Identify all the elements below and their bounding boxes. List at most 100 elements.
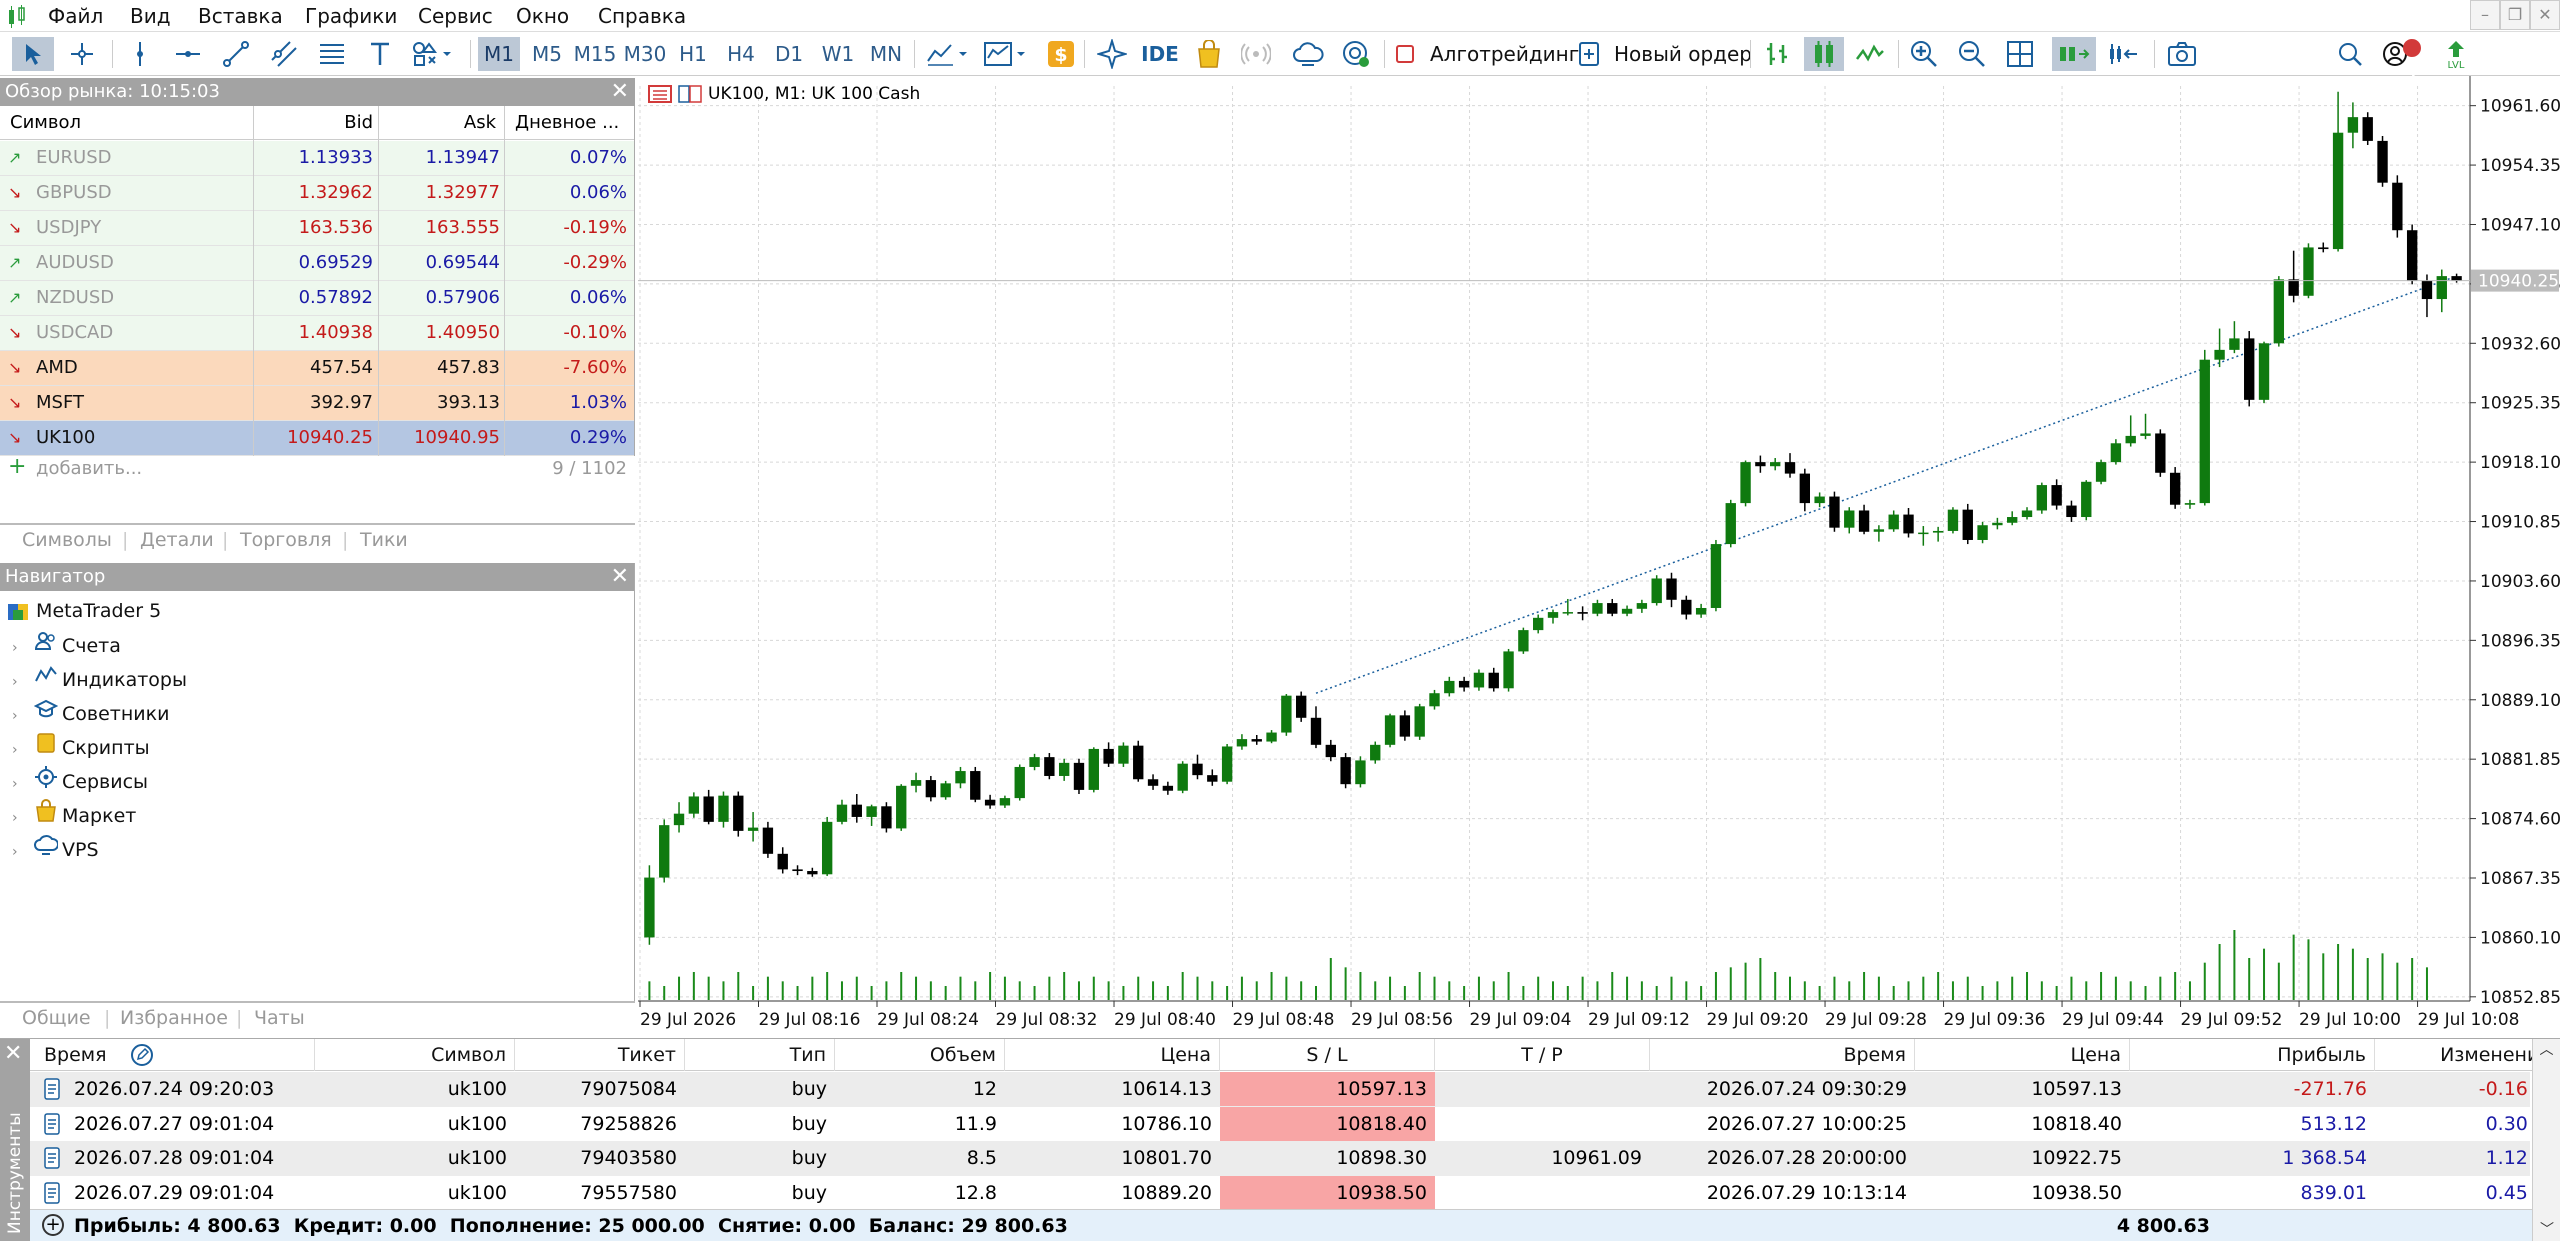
history-column-0[interactable]: Время [30, 1039, 315, 1071]
history-column-5[interactable]: Цена [1005, 1039, 1220, 1071]
market-watch-row[interactable]: ↘ USDCAD 1.40938 1.40950 -0.10% [0, 316, 635, 351]
tile-windows-icon[interactable] [2002, 37, 2038, 71]
timeframe-h4-button[interactable]: H4 [722, 37, 760, 71]
navigator-root[interactable]: MetaTrader 5 [6, 594, 161, 628]
shapes-dropdown-icon[interactable] [408, 37, 460, 71]
expand-chevron-icon[interactable]: › [12, 835, 34, 869]
timeframe-d1-button[interactable]: D1 [770, 37, 808, 71]
tab-common[interactable]: Общие [22, 1007, 91, 1029]
column-symbol[interactable]: Символ [10, 106, 81, 140]
close-toolbox-icon[interactable]: ✕ [4, 1041, 22, 1066]
column-ask[interactable]: Ask [380, 106, 496, 140]
history-row[interactable]: 2026.07.28 09:01:04 uk100 79403580 buy 8.5 10… [30, 1141, 2552, 1176]
timeframe-m15-button[interactable]: M15 [572, 37, 618, 71]
fibonacci-tool-icon[interactable] [314, 37, 350, 71]
signals-star-icon[interactable] [1094, 37, 1130, 71]
expand-summary-icon[interactable]: + [42, 1214, 64, 1236]
expand-chevron-icon[interactable]: › [12, 631, 34, 665]
account-icon[interactable] [2380, 37, 2424, 71]
trendline-tool-icon[interactable] [218, 37, 254, 71]
history-row[interactable]: 2026.07.27 09:01:04 uk100 79258826 buy 11.9 1… [30, 1106, 2552, 1142]
market-watch-row[interactable]: ↘ UK100 10940.25 10940.95 0.29% [0, 421, 635, 456]
navigator-item-experts[interactable]: › Советники [12, 697, 169, 731]
chart-type-dropdown-icon[interactable] [922, 37, 974, 71]
navigator-item-vps[interactable]: › VPS [12, 833, 99, 867]
autoscroll-icon[interactable] [2052, 37, 2096, 71]
new-order-button[interactable]: Новый ордер [1614, 37, 1752, 71]
timeframe-m30-button[interactable]: M30 [622, 37, 668, 71]
navigator-item-accounts[interactable]: › Счета [12, 629, 121, 663]
timeframe-w1-button[interactable]: W1 [818, 37, 858, 71]
market-watch-row[interactable]: ↘ USDJPY 163.536 163.555 -0.19% [0, 211, 635, 246]
close-navigator-icon[interactable]: ✕ [611, 563, 629, 591]
close-market-watch-icon[interactable]: ✕ [611, 78, 629, 106]
zoom-in-icon[interactable] [1906, 37, 1942, 71]
tab-symbols[interactable]: Символы [22, 529, 112, 551]
broadcast-icon[interactable] [1238, 37, 1274, 71]
channel-tool-icon[interactable] [266, 37, 302, 71]
timeframe-m5-button[interactable]: M5 [526, 37, 568, 71]
text-tool-icon[interactable] [362, 37, 398, 71]
add-symbol-link[interactable]: добавить... [36, 458, 142, 479]
column-bid[interactable]: Bid [255, 106, 373, 140]
vertical-line-icon[interactable] [122, 37, 158, 71]
expand-chevron-icon[interactable]: › [12, 699, 34, 733]
timeframe-m1-button[interactable]: M1 [478, 37, 520, 71]
price-chart[interactable]: 10961.6010954.3510947.1010939.8510932.60… [638, 76, 2560, 1037]
market-watch-row[interactable]: ↗ EURUSD 1.13933 1.13947 0.07% [0, 141, 635, 176]
market-bag-icon[interactable] [1192, 37, 1226, 71]
tab-ticks[interactable]: Тики [360, 529, 408, 551]
expand-chevron-icon[interactable]: › [12, 767, 34, 801]
community-icon[interactable] [1338, 37, 1374, 71]
history-row[interactable]: 2026.07.29 09:01:04 uk100 79557580 buy 12.8 1… [30, 1175, 2552, 1211]
timeframe-mn-button[interactable]: MN [866, 37, 906, 71]
search-icon[interactable] [2334, 37, 2366, 71]
menu-charts[interactable]: Графики [305, 0, 397, 32]
expand-chevron-icon[interactable]: › [12, 801, 34, 835]
signal-level-icon[interactable]: LVL [2438, 37, 2474, 71]
history-column-2[interactable]: Тикет [515, 1039, 685, 1071]
algotrading-button[interactable]: Алготрейдинг [1430, 37, 1579, 71]
bar-chart-icon[interactable] [1760, 37, 1796, 71]
history-column-9[interactable]: Цена [1915, 1039, 2130, 1071]
menu-window[interactable]: Окно [516, 0, 569, 32]
algotrading-status-icon[interactable] [1394, 37, 1416, 71]
chart-canvas[interactable]: 10961.6010954.3510947.1010939.8510932.60… [638, 76, 2560, 1037]
menu-view[interactable]: Вид [130, 0, 171, 32]
history-column-4[interactable]: Объем [835, 1039, 1005, 1071]
history-column-7[interactable]: T / P [1435, 1039, 1650, 1071]
market-watch-row[interactable]: ↗ AUDUSD 0.69529 0.69544 -0.29% [0, 246, 635, 281]
menu-help[interactable]: Справка [598, 0, 686, 32]
market-watch-row[interactable]: ↘ MSFT 392.97 393.13 1.03% [0, 386, 635, 421]
tab-trading[interactable]: Торговля [240, 529, 332, 551]
zoom-out-icon[interactable] [1954, 37, 1990, 71]
restore-button[interactable]: ❐ [2500, 0, 2530, 30]
history-row[interactable]: 2026.07.24 09:20:03 uk100 79075084 buy 12 106… [30, 1072, 2552, 1107]
history-column-6[interactable]: S / L [1220, 1039, 1435, 1071]
expand-chevron-icon[interactable]: › [12, 733, 34, 767]
crosshair-tool-icon[interactable] [62, 37, 102, 71]
navigator-item-services[interactable]: › Сервисы [12, 765, 148, 799]
timeframe-h1-button[interactable]: H1 [674, 37, 712, 71]
new-order-icon[interactable] [1574, 37, 1604, 71]
menu-file[interactable]: Файл [48, 0, 103, 32]
navigator-item-scripts[interactable]: › Скрипты [12, 731, 150, 765]
trade-dollar-icon[interactable]: $ [1046, 37, 1076, 71]
navigator-item-indicators[interactable]: › Индикаторы [12, 663, 187, 697]
close-window-button[interactable]: ✕ [2530, 0, 2560, 30]
tab-favorites[interactable]: Избранное [120, 1007, 228, 1029]
add-symbol-icon[interactable]: + [8, 454, 26, 479]
chart-windows-icon[interactable] [678, 84, 702, 104]
chart-shift-icon[interactable] [2104, 37, 2144, 71]
line-chart-icon[interactable] [1852, 37, 1888, 71]
candlestick-chart-icon[interactable] [1804, 37, 1844, 71]
vps-cloud-icon[interactable] [1290, 37, 1326, 71]
expand-chevron-icon[interactable]: › [12, 665, 34, 699]
market-watch-row[interactable]: ↘ GBPUSD 1.32962 1.32977 0.06% [0, 176, 635, 211]
screenshot-camera-icon[interactable] [2164, 37, 2200, 71]
column-daily-change[interactable]: Дневное ... [515, 106, 619, 140]
ide-button[interactable]: IDE [1138, 37, 1182, 71]
menu-insert[interactable]: Вставка [198, 0, 283, 32]
indicators-dropdown-icon[interactable] [980, 37, 1032, 71]
market-watch-row[interactable]: ↗ NZDUSD 0.57892 0.57906 0.06% [0, 281, 635, 316]
